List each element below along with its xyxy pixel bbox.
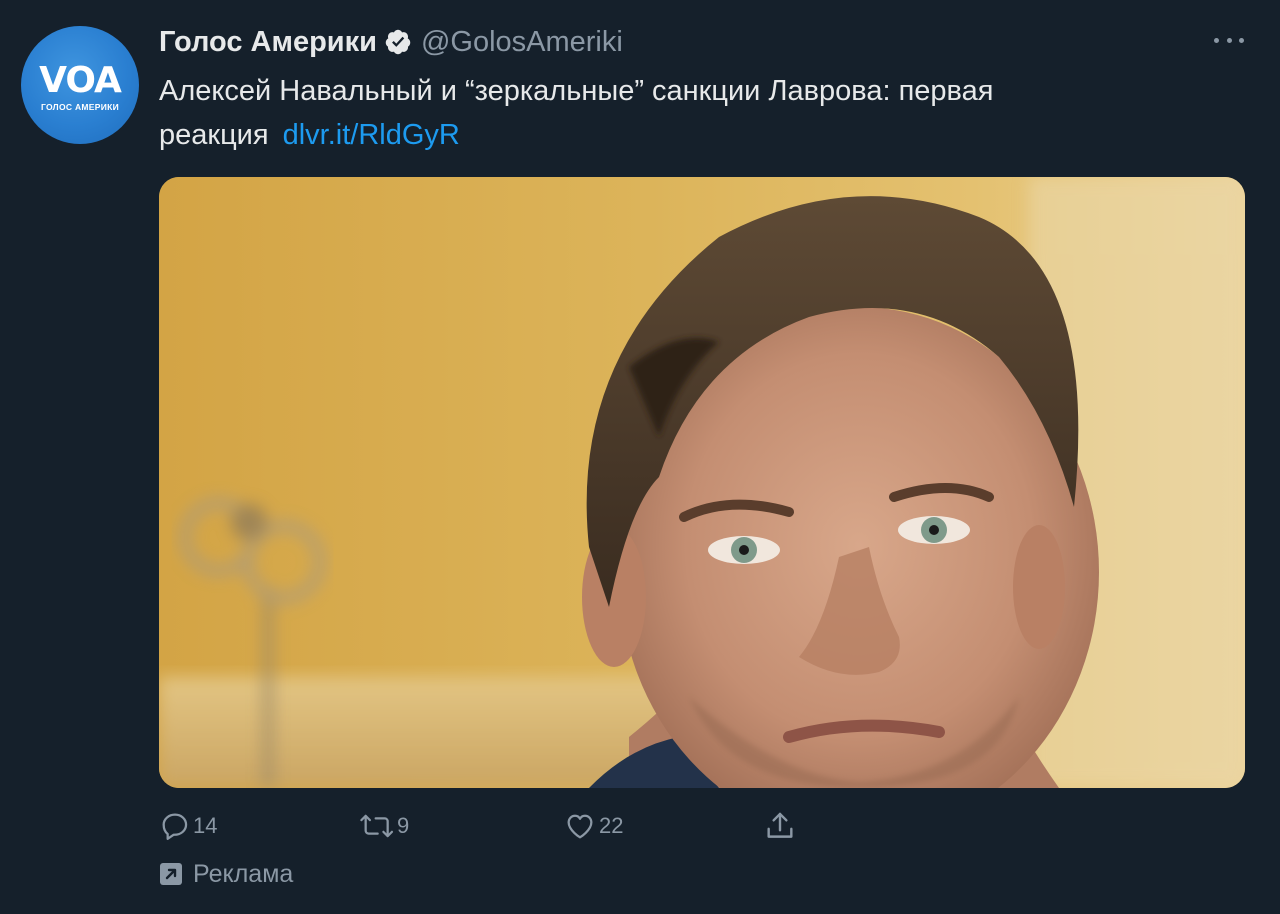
retweet-button[interactable]: 9 [359,806,409,846]
tweet-link[interactable]: dlvr.it/RldGyR [283,119,460,151]
share-icon [767,812,793,838]
like-button[interactable]: 22 [563,806,623,846]
tweet-header: Голос Америки @GolosAmeriki [159,22,623,62]
promoted-text: Реклама [193,859,294,888]
voa-logo-subtitle: ГОЛОС АМЕРИКИ [40,101,120,112]
avatar[interactable]: VOA ГОЛОС АМЕРИКИ [21,26,139,144]
more-dot [1239,37,1244,43]
author-handle[interactable]: @GolosAmeriki [421,26,623,59]
author-name[interactable]: Голос Америки [159,26,377,59]
like-count: 22 [599,813,624,838]
heart-icon [567,814,593,839]
verified-badge-icon [385,29,411,55]
tweet-actions: 14 9 22 [159,806,859,846]
retweet-count: 9 [397,813,410,838]
promoted-arrow-icon [160,863,182,885]
tweet[interactable]: VOA ГОЛОС АМЕРИКИ Голос Америки @GolosAm… [0,0,1280,914]
tweet-photo[interactable] [159,177,1245,788]
reply-button[interactable]: 14 [159,806,217,846]
share-button[interactable] [763,806,797,846]
photo-image [159,177,1245,788]
promoted-label: Реклама [159,856,293,892]
reply-icon [162,813,188,840]
retweet-icon [360,814,394,838]
more-dot [1214,37,1219,43]
more-icon[interactable] [1214,30,1244,50]
reply-count: 14 [193,813,218,838]
voa-logo: VOA [39,59,122,101]
tweet-text: Алексей Навальный и “зеркальные” санкции… [159,69,1159,157]
more-dot [1226,37,1232,43]
